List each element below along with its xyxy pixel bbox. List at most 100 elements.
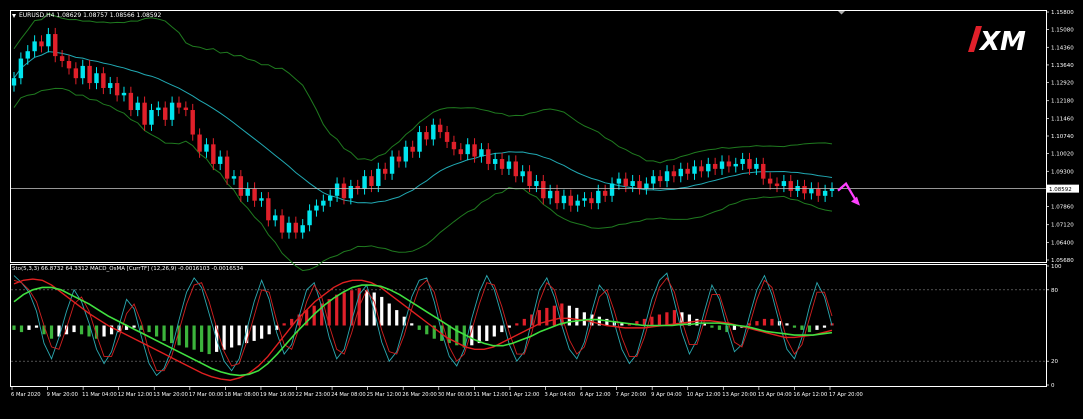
osma-bar <box>154 325 159 337</box>
osma-bar <box>19 325 24 333</box>
osma-bar <box>372 292 376 326</box>
candle-body <box>369 176 374 186</box>
osma-bar <box>230 325 234 348</box>
chart-menu-icon[interactable] <box>12 13 16 18</box>
candle-body <box>499 159 505 169</box>
price-tick-label: 1.06400 <box>1051 240 1074 246</box>
osma-bar <box>387 303 391 326</box>
shift-marker-icon <box>838 11 845 15</box>
candle-body <box>238 176 244 196</box>
candle-body <box>582 198 587 201</box>
candle-body <box>781 181 787 186</box>
candle-body <box>767 178 773 184</box>
time-tick-label: 3 Apr 04:00 <box>544 392 575 398</box>
candle-body <box>802 185 807 194</box>
osma-bar <box>500 325 504 333</box>
osma-bar <box>485 325 489 341</box>
candle-body <box>431 124 436 140</box>
time-tick-label: 1 Apr 12:00 <box>509 392 540 398</box>
time-tick-label: 25 Mar 12:00 <box>367 392 402 398</box>
stoch-main-line <box>13 272 833 377</box>
time-tick-label: 6 Mar 2020 <box>11 392 41 398</box>
candle-body <box>719 161 725 169</box>
time-tick-label: 16 Apr 12:00 <box>793 392 827 398</box>
time-tick-label: 17 Mar 00:00 <box>189 392 224 398</box>
candle-body <box>417 132 422 152</box>
candle-body <box>362 176 367 189</box>
osma-bar <box>657 314 661 326</box>
bollinger-upper-line <box>13 13 833 164</box>
candle-body <box>534 181 539 186</box>
candle-body <box>575 200 580 206</box>
time-tick-label: 26 Mar 20:00 <box>402 392 437 398</box>
osc-tick-label: 80 <box>1051 288 1058 294</box>
candle-body <box>94 73 99 84</box>
candle-body <box>108 83 113 88</box>
osma-bar <box>79 325 84 335</box>
osma-bar <box>470 325 474 346</box>
xm-logo: XM <box>968 26 1026 56</box>
candle-body <box>279 215 285 233</box>
oscillator-header: Sto(5,3,3) 66.8732 64.3312 MACD_OsMA [Cu… <box>12 266 243 272</box>
chart-canvas[interactable]: 1.15800 1.15080 1.14360 1.13640 1.12920 1.121… <box>0 0 1083 415</box>
candle-body <box>740 159 745 164</box>
osma-bar <box>252 325 256 341</box>
candle-body <box>314 205 319 211</box>
candle-body <box>245 188 250 196</box>
candle-body <box>451 141 457 150</box>
price-tick-label: 1.07120 <box>1051 223 1074 229</box>
osma-bar <box>132 325 136 328</box>
candle-body <box>101 73 106 88</box>
osma-bar <box>770 318 774 326</box>
candle-body <box>486 149 491 164</box>
candle-body <box>142 102 147 125</box>
time-tick-label: 11 Mar 04:00 <box>82 392 117 398</box>
candle-body <box>602 190 608 196</box>
candle-body <box>183 107 189 111</box>
candle-body <box>334 183 340 196</box>
candle-body <box>300 225 305 233</box>
candle-body <box>135 102 140 111</box>
candle-body <box>754 163 759 169</box>
osma-bar <box>335 294 339 326</box>
price-tick-label: 1.12920 <box>1051 81 1074 87</box>
time-axis: 6 Mar 2020 9 Mar 20:00 11 Mar 04:00 12 Mar … <box>11 387 863 398</box>
candle-body <box>211 144 216 164</box>
osma-bar <box>72 325 76 333</box>
macd-label: MACD_OsMA [CurrTF] (12,26,9) -0.0016103 … <box>90 266 244 272</box>
candle-body <box>80 65 85 79</box>
candle-body <box>59 56 65 62</box>
price-tick-label: 1.10740 <box>1051 134 1074 140</box>
osma-bar <box>552 305 556 326</box>
osma-bar <box>717 325 722 330</box>
candle-body <box>761 163 766 179</box>
candle-body <box>39 41 44 47</box>
osma-bar <box>417 325 421 330</box>
candle-body <box>87 65 92 84</box>
time-tick-label: 10 Apr 12:00 <box>687 392 721 398</box>
candle-body <box>637 181 642 189</box>
moving-average-line <box>13 51 833 204</box>
oscillator-axis: 100 80 20 0 <box>1046 264 1062 389</box>
time-tick-label: 30 Mar 00:00 <box>438 392 473 398</box>
osma-bar <box>800 325 804 330</box>
candle-body <box>547 190 553 199</box>
forecast-arrow-line <box>837 181 857 202</box>
candle-body <box>541 181 546 199</box>
candle-body <box>252 188 257 201</box>
candle-body <box>197 134 202 152</box>
price-tick-label: 1.15800 <box>1051 10 1074 16</box>
candle-body <box>293 222 299 233</box>
candle-body <box>190 110 195 135</box>
candle-body <box>437 124 443 133</box>
osma-bar <box>492 325 496 337</box>
price-axis: 1.15800 1.15080 1.14360 1.13640 1.12920 1.121… <box>1046 10 1079 264</box>
osma-bar <box>410 323 414 326</box>
osma-bar <box>200 325 204 352</box>
time-tick-label: 24 Mar 08:00 <box>331 392 366 398</box>
candle-body <box>121 92 127 96</box>
candle-body <box>18 58 24 79</box>
osma-bar <box>162 325 166 341</box>
osma-bar <box>762 318 767 326</box>
time-tick-label: 17 Apr 20:00 <box>829 392 863 398</box>
